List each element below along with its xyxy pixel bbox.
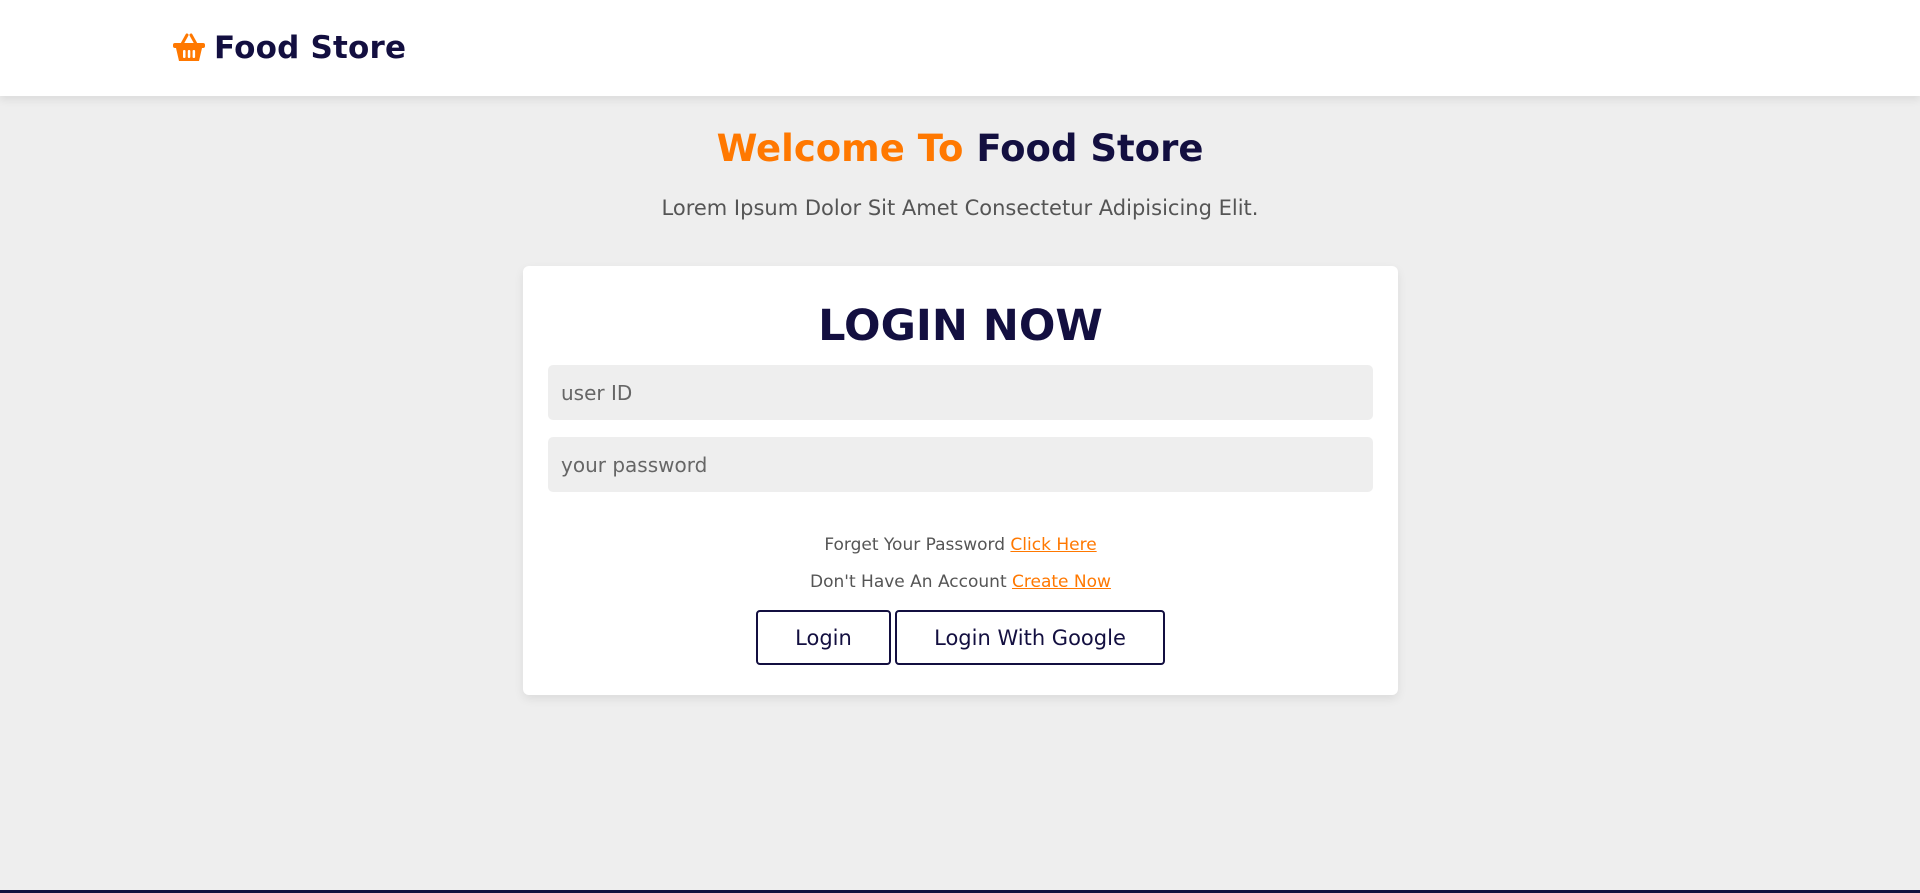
shopping-basket-icon [172,33,206,63]
hero-title-main: Food Store [976,127,1204,170]
login-button[interactable]: Login [756,610,891,665]
create-account-label: Don't Have An Account [810,572,1007,592]
forgot-password-label: Forget Your Password [824,535,1006,555]
password-input[interactable] [548,437,1373,492]
login-with-google-button[interactable]: Login With Google [895,610,1165,665]
login-title: LOGIN NOW [818,301,1103,351]
forgot-password-link[interactable]: Click Here [1010,535,1096,555]
login-buttons: Login Login With Google [548,610,1373,665]
user-id-input[interactable] [548,365,1373,420]
login-form: LOGIN NOW Forget Your Password Click Her… [523,266,1398,695]
hero-subtitle: Lorem Ipsum Dolor Sit Amet Consectetur A… [661,196,1259,220]
hero-section: Welcome To Food Store Lorem Ipsum Dolor … [0,122,1920,220]
logo-link[interactable]: Food Store [172,30,406,66]
site-header: Food Store [0,0,1920,96]
forgot-password-text: Forget Your Password Click Here [548,535,1373,555]
hero-title: Welcome To Food Store [0,122,1920,176]
create-account-text: Don't Have An Account Create Now [548,572,1373,592]
logo-text: Food Store [214,30,407,66]
hero-title-accent: Welcome To [716,127,964,170]
create-account-link[interactable]: Create Now [1012,572,1111,592]
